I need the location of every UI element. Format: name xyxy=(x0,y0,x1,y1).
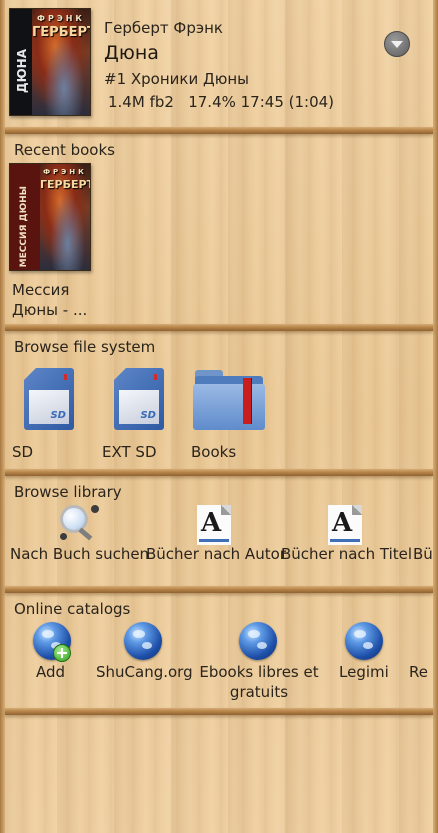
browse-library-title: Browse library xyxy=(14,483,122,501)
recent-cover-author-top: ФРЭНК xyxy=(43,168,87,176)
shelf-divider xyxy=(5,586,433,593)
folder-icon xyxy=(193,370,265,430)
recent-cover-spine-title: МЕССИЯ ДЮНЫ xyxy=(19,186,29,268)
current-book-cover[interactable]: ДЮНА ФРЭНК ГЕРБЕРТ xyxy=(9,8,91,116)
globe-add-icon xyxy=(33,622,71,662)
recent-books-title: Recent books xyxy=(14,141,115,159)
library-item-label: Nach Buch suchen xyxy=(10,545,150,563)
recent-cover-author: ГЕРБЕРТ xyxy=(40,178,91,191)
search-icon xyxy=(58,503,102,543)
catalog-item-label: Legimi xyxy=(339,663,389,681)
globe-icon xyxy=(124,622,162,660)
book-title: Дюна xyxy=(104,42,159,64)
catalog-item-label: Re xyxy=(409,663,428,681)
catalog-item-label: ShuCang.org xyxy=(96,663,193,681)
book-author: Герберт Фрэнк xyxy=(104,19,223,37)
document-a-icon: A xyxy=(328,505,362,545)
recent-book-cover[interactable]: МЕССИЯ ДЮНЫ ФРЭНК ГЕРБЕРТ xyxy=(9,163,91,271)
book-info: 1.4M fb2 17.4% 17:45 (1:04) xyxy=(108,93,335,111)
browse-file-system-title: Browse file system xyxy=(14,338,156,356)
fs-item-label: SD xyxy=(12,443,34,461)
chevron-down-icon xyxy=(391,41,403,48)
right-frame xyxy=(433,0,438,833)
document-a-icon: A xyxy=(197,505,231,545)
globe-icon xyxy=(239,622,277,660)
fs-item-label: EXT SD xyxy=(102,443,157,461)
recent-book-label: Мессия Дюны - ... xyxy=(12,281,88,319)
shelf-divider xyxy=(5,469,433,476)
book-series: #1 Хроники Дюны xyxy=(104,70,249,88)
shelf-divider xyxy=(5,708,433,715)
library-item-label: Bücher nach Titel xyxy=(281,545,413,563)
shelf-divider xyxy=(5,127,433,134)
catalog-item-label: Add xyxy=(36,663,66,681)
sd-card-icon: SD xyxy=(114,368,164,430)
shelf-divider xyxy=(5,324,433,331)
library-item-label: Bü xyxy=(413,545,433,563)
cover-spine-title: ДЮНА xyxy=(15,49,29,94)
catalog-item-label: Ebooks libres et gratuits xyxy=(199,663,319,701)
library-item-label: Bücher nach Autor xyxy=(146,545,286,563)
menu-dropdown-button[interactable] xyxy=(384,31,410,57)
cover-author: ГЕРБЕРТ xyxy=(32,25,91,40)
cover-author-top: ФРЭНК xyxy=(37,14,85,23)
online-catalogs-title: Online catalogs xyxy=(14,600,131,618)
sd-card-icon: SD xyxy=(24,368,74,430)
globe-icon xyxy=(345,622,383,660)
fs-item-label: Books xyxy=(191,443,237,461)
